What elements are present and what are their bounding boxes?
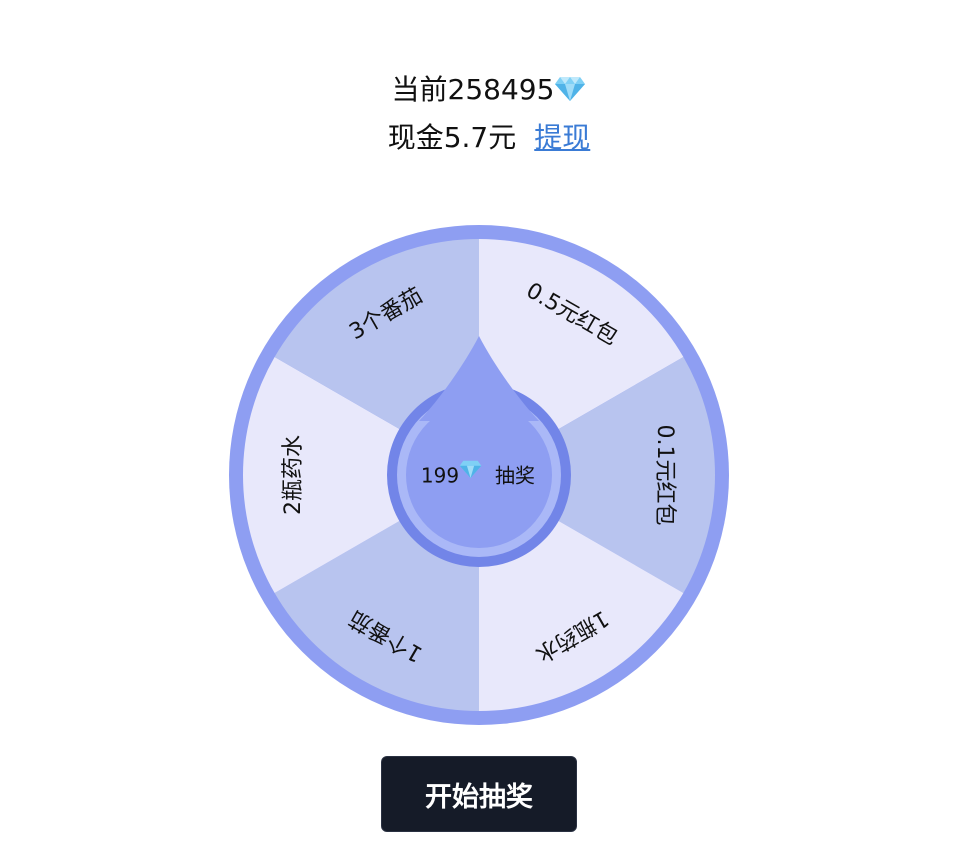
withdraw-link[interactable]: 提现 xyxy=(534,121,590,154)
cash-balance: 现金5.7元 提现 xyxy=(0,116,978,156)
wheel-segment-label: 2瓶药水 xyxy=(281,435,306,515)
diamond-icon xyxy=(554,76,586,109)
wheel-segment-label: 0.1元红包 xyxy=(652,425,677,526)
draw-label[interactable]: 抽奖 xyxy=(495,464,535,488)
diamond-balance-text: 当前258495 xyxy=(391,73,555,106)
start-draw-button[interactable]: 开始抽奖 xyxy=(381,756,577,832)
draw-cost: 199 xyxy=(421,464,459,488)
prize-wheel: 0.5元红包 0.1元红包 1瓶药水 1个番茄 2瓶药水 3个番茄 199 抽奖 xyxy=(229,225,729,725)
cash-balance-text: 现金5.7元 xyxy=(387,121,517,154)
diamond-balance: 当前258495 xyxy=(0,68,978,109)
lottery-page: 当前258495 现金5.7元 提现 0.5元红包 0.1元红包 1瓶药水 1个番茄 2瓶… xyxy=(0,0,978,868)
